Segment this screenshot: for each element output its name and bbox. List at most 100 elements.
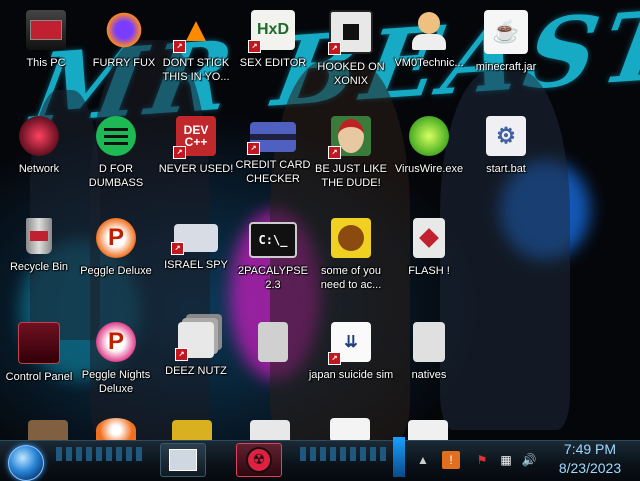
clock-date: 8/23/2023	[558, 460, 622, 476]
icon-label: some of you need to ac...	[320, 265, 382, 291]
desktop-icon-sex-editor[interactable]: HxD ↗ SEX EDITOR	[229, 6, 317, 106]
icon-label: minecraft.jar	[475, 61, 537, 73]
desktop-icon-start-bat[interactable]: ⚙ start.bat	[462, 112, 550, 212]
peggle-nights-icon: P	[96, 322, 136, 362]
monitor-icon	[169, 449, 197, 471]
icon-label: japan suicide sim	[308, 369, 394, 381]
partial-icon[interactable]	[96, 418, 136, 442]
desktop-icon-credit-card-checker[interactable]: ↗ CREDIT CARD CHECKER	[229, 112, 317, 212]
radiation-icon: ☢	[246, 447, 272, 473]
desktop-icon-network[interactable]: Network	[0, 112, 83, 212]
shortcut-arrow-icon: ↗	[328, 352, 341, 365]
icon-label: Control Panel	[5, 371, 73, 383]
desktop-icon-this-pc[interactable]: This PC	[2, 6, 90, 106]
taskbar-decoration	[300, 447, 388, 461]
icon-label: 2PACALYPSE 2.3	[238, 265, 308, 291]
desktop-icon-recycle-bin[interactable]: Recycle Bin	[0, 214, 83, 314]
shortcut-arrow-icon: ↗	[173, 146, 186, 159]
icon-label: DONT STICK THIS IN YO...	[162, 57, 230, 83]
action-center-flag-icon[interactable]: ⚑	[473, 451, 491, 469]
icon-label: start.bat	[486, 163, 526, 175]
desktop-icon-be-just-like[interactable]: ↗ BE JUST LIKE THE DUDE!	[307, 112, 395, 212]
icon-label: DEEZ NUTZ	[165, 365, 227, 377]
icon-label: natives	[411, 369, 447, 381]
control-panel-icon	[18, 322, 60, 364]
beaver-icon	[331, 218, 371, 258]
icon-label: ISRAEL SPY	[164, 259, 228, 271]
firefox-icon	[104, 10, 144, 50]
icon-label: Peggle Deluxe	[80, 265, 152, 277]
taskbar-button-radiation-app[interactable]: ☢	[236, 443, 282, 477]
shortcut-arrow-icon: ↗	[173, 40, 186, 53]
system-clock[interactable]: 7:49 PM 8/23/2023	[550, 440, 630, 478]
tray-overflow-chevron-icon[interactable]: ▲	[414, 451, 432, 469]
desktop-icon-deez-nutz[interactable]: ↗ DEEZ NUTZ	[152, 318, 240, 418]
spy-window-icon: ↗	[171, 224, 218, 255]
recycle-bin-icon	[26, 218, 52, 254]
desktop-icon-flash[interactable]: FLASH !	[385, 214, 473, 314]
desktop-icon-control-panel[interactable]: Control Panel	[0, 318, 83, 418]
icon-label: FLASH !	[408, 265, 450, 277]
desktop-icon-japan-suicide[interactable]: ⇊ ↗ japan suicide sim	[307, 318, 395, 418]
terminal-icon: C:\_	[249, 222, 297, 258]
java-update-icon[interactable]: !	[442, 451, 460, 469]
desktop-icon-natives[interactable]: natives	[385, 318, 473, 418]
show-desktop-button[interactable]	[393, 437, 405, 477]
taskbar-decoration	[56, 447, 146, 461]
desktop-icon-some-of-you[interactable]: some of you need to ac...	[307, 214, 395, 314]
network-icon	[19, 116, 59, 156]
vlc-cone-icon: ▲ ↗	[173, 10, 216, 53]
shortcut-arrow-icon: ↗	[328, 146, 341, 159]
icon-label: VirusWire.exe	[394, 163, 464, 175]
xonix-game-icon: ↗	[328, 10, 373, 55]
shortcut-arrow-icon: ↗	[328, 42, 341, 55]
desktop-icon-unlabeled-folder[interactable]	[229, 318, 317, 418]
clock-time: 7:49 PM	[563, 441, 617, 457]
java-jar-icon: ☕	[484, 10, 528, 54]
shortcut-arrow-icon: ↗	[247, 142, 260, 155]
desktop-icon-vm0technic[interactable]: VM0Technic...	[385, 6, 473, 106]
icon-label: This PC	[26, 57, 66, 69]
spotify-icon	[96, 116, 136, 156]
desktop-icon-never-used[interactable]: DEV C++ ↗ NEVER USED!	[152, 112, 240, 212]
stacked-windows-icon: ↗	[175, 322, 214, 361]
icon-label: Network	[18, 163, 60, 175]
desktop-icon-dont-stick[interactable]: ▲ ↗ DONT STICK THIS IN YO...	[152, 6, 240, 106]
start-button[interactable]	[8, 445, 44, 481]
computer-icon	[26, 10, 66, 50]
desktop-icon-2pacalypse[interactable]: C:\_ 2PACALYPSE 2.3	[229, 214, 317, 314]
flash-file-icon	[413, 218, 445, 258]
partial-icon[interactable]	[330, 418, 370, 442]
icon-label: CREDIT CARD CHECKER	[235, 159, 311, 185]
shortcut-arrow-icon: ↗	[171, 242, 184, 255]
shortcut-arrow-icon: ↗	[175, 348, 188, 361]
santa-dude-icon: ↗	[328, 116, 371, 159]
file-icon	[258, 322, 288, 362]
hex-editor-icon: HxD ↗	[248, 10, 295, 53]
network-warning-icon[interactable]: ▦	[497, 451, 515, 469]
desktop-icon-hooked-on-xonix[interactable]: ↗ HOOKED ON XONIX	[307, 6, 395, 106]
file-icon	[413, 322, 445, 362]
limewire-icon	[409, 116, 449, 156]
desktop-icon-peggle-nights[interactable]: P Peggle Nights Deluxe	[72, 318, 160, 418]
arrows-file-icon: ⇊ ↗	[328, 322, 371, 365]
desktop-icon-minecraft-jar[interactable]: ☕ minecraft.jar	[462, 6, 550, 106]
peggle-icon: P	[96, 218, 136, 258]
icon-label: Peggle Nights Deluxe	[81, 369, 151, 395]
icon-label: VM0Technic...	[394, 57, 464, 69]
icon-label: D FOR DUMBASS	[88, 163, 144, 189]
icon-label: SEX EDITOR	[239, 57, 307, 69]
taskbar-button-task-manager[interactable]	[160, 443, 206, 477]
icon-label: NEVER USED!	[158, 163, 234, 175]
desktop-icon-viruswire[interactable]: VirusWire.exe	[385, 112, 473, 212]
shortcut-arrow-icon: ↗	[248, 40, 261, 53]
batch-gear-icon: ⚙	[486, 116, 526, 156]
desktop-icon-israel-spy[interactable]: ↗ ISRAEL SPY	[152, 214, 240, 314]
desktop-icon-d-for-dumbass[interactable]: D FOR DUMBASS	[72, 112, 160, 212]
doctor-user-icon	[409, 10, 449, 50]
icon-label: BE JUST LIKE THE DUDE!	[315, 163, 387, 189]
icon-label: Recycle Bin	[9, 261, 69, 273]
dev-cpp-icon: DEV C++ ↗	[173, 116, 216, 159]
desktop-icon-peggle-deluxe[interactable]: P Peggle Deluxe	[72, 214, 160, 314]
speaker-icon[interactable]: 🔊	[520, 451, 538, 469]
